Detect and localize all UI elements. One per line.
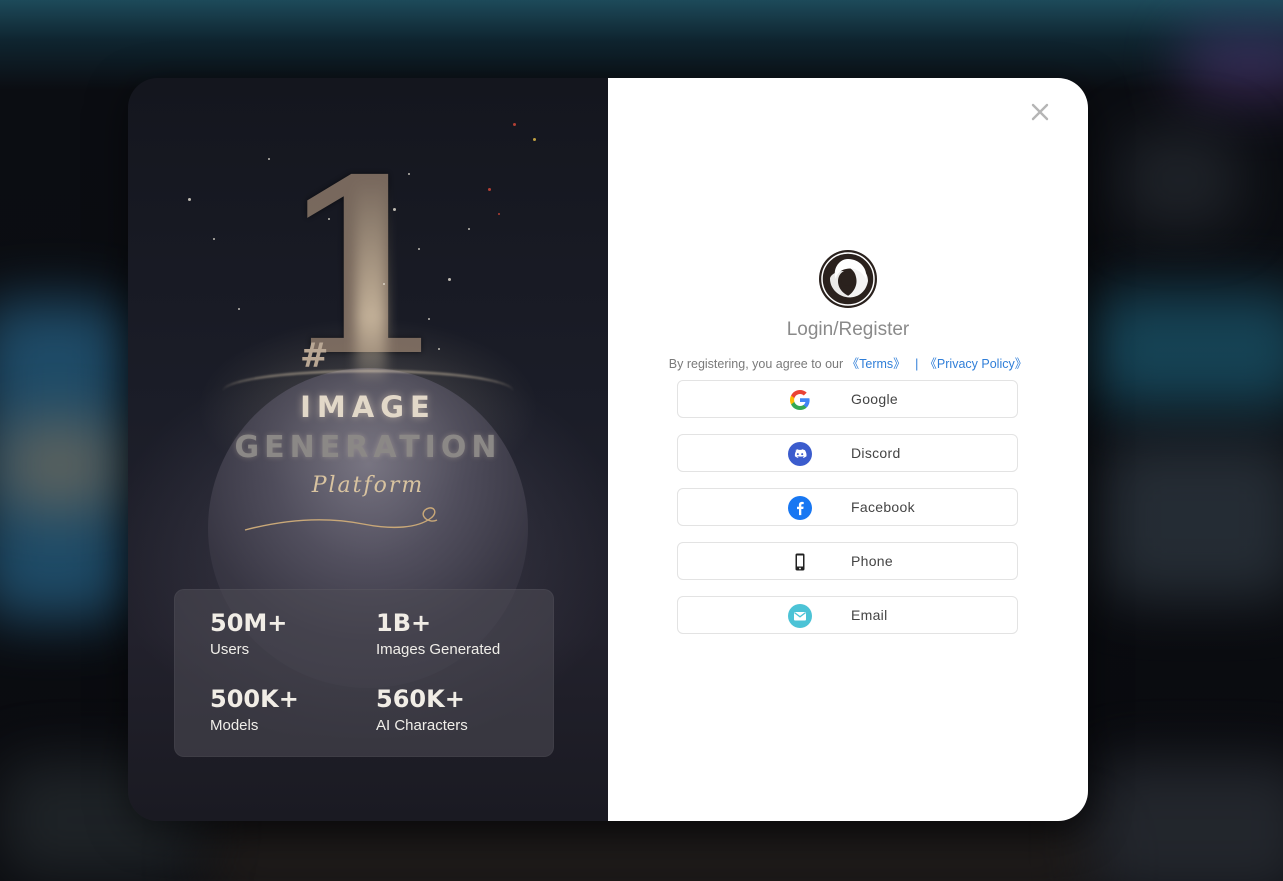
agreement-separator: | [915,357,919,371]
hero-title-line2: GENERATION [234,430,502,465]
email-icon [788,604,812,628]
stat-users: 50M+ Users [210,609,288,658]
facebook-icon [788,496,812,520]
terms-link[interactable]: 《Terms》 [847,357,906,371]
hero-hash: # [300,336,329,376]
phone-login-button[interactable]: Phone [677,542,1018,580]
flourish-decoration [244,507,438,531]
auth-panel: Login/Register By registering, you agree… [608,78,1088,821]
brand-logo [818,249,878,309]
privacy-policy-link[interactable]: 《Privacy Policy》 [924,357,1027,371]
google-login-button[interactable]: Google [677,380,1018,418]
email-login-button[interactable]: Email [677,596,1018,634]
stats-panel: 50M+ Users 1B+ Images Generated 500K+ Mo… [174,589,554,757]
facebook-login-button[interactable]: Facebook [677,488,1018,526]
hero-title-line1: IMAGE [300,390,436,424]
phone-icon [788,550,812,574]
discord-login-button[interactable]: Discord [677,434,1018,472]
stat-ai-characters: 560K+ AI Characters [376,685,468,734]
discord-icon [788,442,812,466]
stat-models: 500K+ Models [210,685,299,734]
close-icon[interactable] [1028,100,1052,124]
login-modal: 1 # IMAGE GENERATION Platform 50M+ Users [128,78,1088,821]
stat-images-generated: 1B+ Images Generated [376,609,501,658]
page-title: Login/Register [786,319,910,340]
promo-panel: 1 # IMAGE GENERATION Platform 50M+ Users [128,78,608,821]
agreement-text: By registering, you agree to our 《Terms》… [668,357,1028,371]
google-icon [788,388,812,412]
hero-title-line3: Platform [311,473,425,498]
